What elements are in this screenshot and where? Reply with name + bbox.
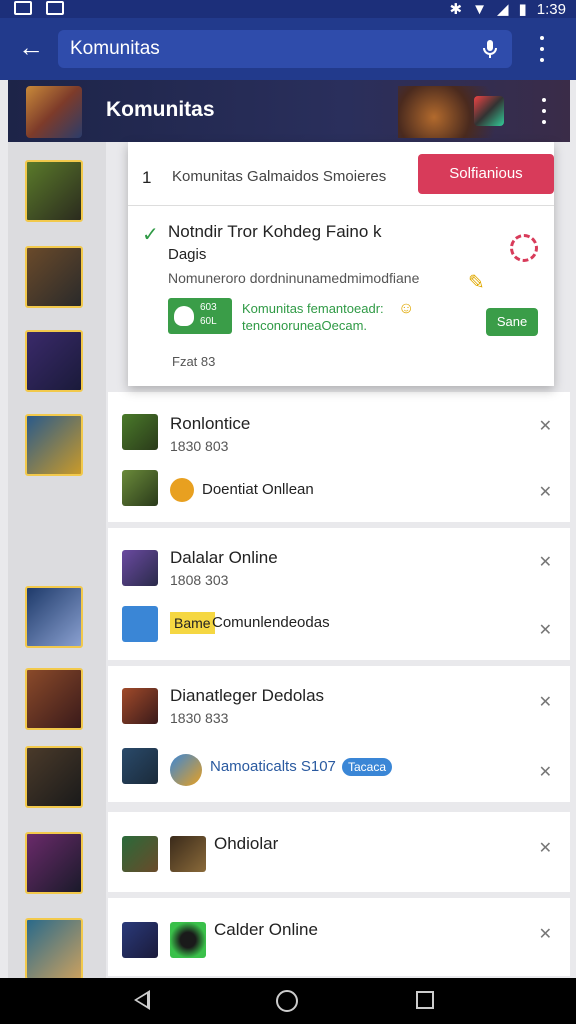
item-sub: Comunlendeodas (212, 614, 330, 631)
battery-icon: ▮ (518, 1, 527, 18)
close-icon[interactable]: ✕ (539, 482, 552, 502)
close-icon[interactable]: ✕ (539, 838, 552, 858)
status-bar: ✱ ▼ ◢ ▮ 1:39 (0, 0, 576, 18)
popup-number: 1 (142, 168, 152, 187)
item-name: Dalalar Online (170, 548, 278, 567)
item-name: Dianatleger Dedolas (170, 686, 325, 705)
nav-back-icon[interactable] (134, 990, 150, 1010)
gallery-icon (14, 1, 32, 15)
check-icon: ✓ (142, 224, 159, 246)
signal-icon: ◢ (496, 1, 509, 18)
game-icon (122, 550, 158, 586)
rail-community-tile[interactable] (25, 330, 83, 392)
close-icon[interactable]: ✕ (539, 762, 552, 782)
user-avatar (170, 754, 202, 786)
note-line-2: tenconoruneaOecam. (242, 318, 368, 333)
clock: 1:39 (536, 0, 566, 18)
rail-community-tile[interactable] (25, 668, 83, 730)
close-icon[interactable]: ✕ (539, 416, 552, 436)
system-nav-bar (0, 978, 576, 1024)
item-meta: 1808 303 (170, 572, 229, 588)
more-vert-icon[interactable] (534, 98, 554, 124)
item-name: Ohdiolar (214, 834, 279, 853)
emoji-icon: ☺ (398, 300, 415, 317)
badge-line-1: 603 (200, 302, 217, 313)
back-arrow-icon[interactable]: ← (18, 32, 48, 62)
user-avatar (170, 478, 194, 502)
mic-icon[interactable] (478, 37, 502, 61)
popup-header: 1 Komunitas Galmaidos Smoieres Solfianio… (128, 142, 554, 206)
rail-community-tile[interactable] (25, 246, 83, 308)
close-icon[interactable]: ✕ (539, 620, 552, 640)
close-icon[interactable]: ✕ (539, 924, 552, 944)
popup-footer: Fzat 83 (172, 354, 216, 369)
rail-community-tile[interactable] (25, 586, 83, 648)
label-pill: Tacaca (342, 758, 393, 776)
list-card[interactable]: Ronlontice 1830 803 ✕ Doentiat Onllean ✕ (108, 392, 570, 522)
save-button[interactable]: Sane (486, 308, 538, 336)
badge-line-2: 60L (200, 316, 217, 327)
game-icon (122, 688, 158, 724)
item-sub: Namoaticalts S107 (210, 758, 336, 775)
popup-action-button[interactable]: Solfianious (418, 154, 554, 194)
community-avatar[interactable] (26, 86, 82, 138)
heart-icon (174, 306, 194, 326)
game-icon (122, 922, 158, 958)
notification-icon (46, 1, 64, 15)
nav-recents-icon[interactable] (416, 991, 434, 1009)
card-subtitle: Dagis (168, 246, 207, 263)
search-box[interactable] (58, 30, 512, 68)
community-rail (8, 142, 106, 980)
more-vert-icon[interactable] (532, 36, 552, 62)
game-icon (122, 414, 158, 450)
edit-icon[interactable]: ✎ (468, 270, 485, 295)
item-meta: 1830 803 (170, 438, 229, 454)
card-description: Nomuneroro dordninunamedmimodfiane (168, 270, 420, 286)
app-bar: ← (0, 18, 576, 80)
card-title: Notndir Tror Kohdeg Faino k (168, 222, 382, 241)
list-card[interactable]: Ohdiolar ✕ (108, 812, 570, 892)
tag-badge: Bame (170, 612, 215, 634)
rail-community-tile[interactable] (25, 746, 83, 808)
community-header: Komunitas (8, 80, 570, 142)
wifi-icon: ▼ (472, 0, 487, 18)
rail-community-tile[interactable] (25, 918, 83, 980)
user-avatar (170, 922, 206, 958)
game-icon (122, 836, 158, 872)
list-card[interactable]: Dalalar Online 1808 303 ✕ Bame Comunlend… (108, 528, 570, 660)
rail-community-tile[interactable] (25, 414, 83, 476)
bluetooth-icon: ✱ (449, 1, 463, 18)
game-icon (122, 470, 158, 506)
item-name: Calder Online (214, 920, 318, 939)
item-name: Ronlontice (170, 414, 251, 433)
close-icon[interactable]: ✕ (539, 552, 552, 572)
close-icon[interactable]: ✕ (539, 692, 552, 712)
loading-icon (510, 234, 538, 262)
community-popup: 1 Komunitas Galmaidos Smoieres Solfianio… (128, 142, 554, 386)
list-card[interactable]: Dianatleger Dedolas 1830 833 ✕ Namoatica… (108, 666, 570, 802)
item-sub: Doentiat Onllean (202, 481, 314, 498)
chat-icon (122, 606, 158, 642)
user-avatar (170, 836, 206, 872)
community-title: Komunitas (106, 98, 215, 121)
popup-card: ✓ Notndir Tror Kohdeg Faino k Dagis Nomu… (128, 206, 554, 356)
rail-community-tile[interactable] (25, 832, 83, 894)
list-card[interactable]: Calder Online ✕ (108, 898, 570, 976)
reaction-badge[interactable]: 603 60L (168, 298, 232, 334)
search-input[interactable] (70, 36, 450, 62)
popup-title: Komunitas Galmaidos Smoieres (172, 168, 387, 185)
item-meta: 1830 833 (170, 710, 229, 726)
nav-home-icon[interactable] (276, 990, 298, 1012)
community-thumb[interactable] (474, 96, 504, 126)
rail-community-tile[interactable] (25, 160, 83, 222)
game-icon (122, 748, 158, 784)
